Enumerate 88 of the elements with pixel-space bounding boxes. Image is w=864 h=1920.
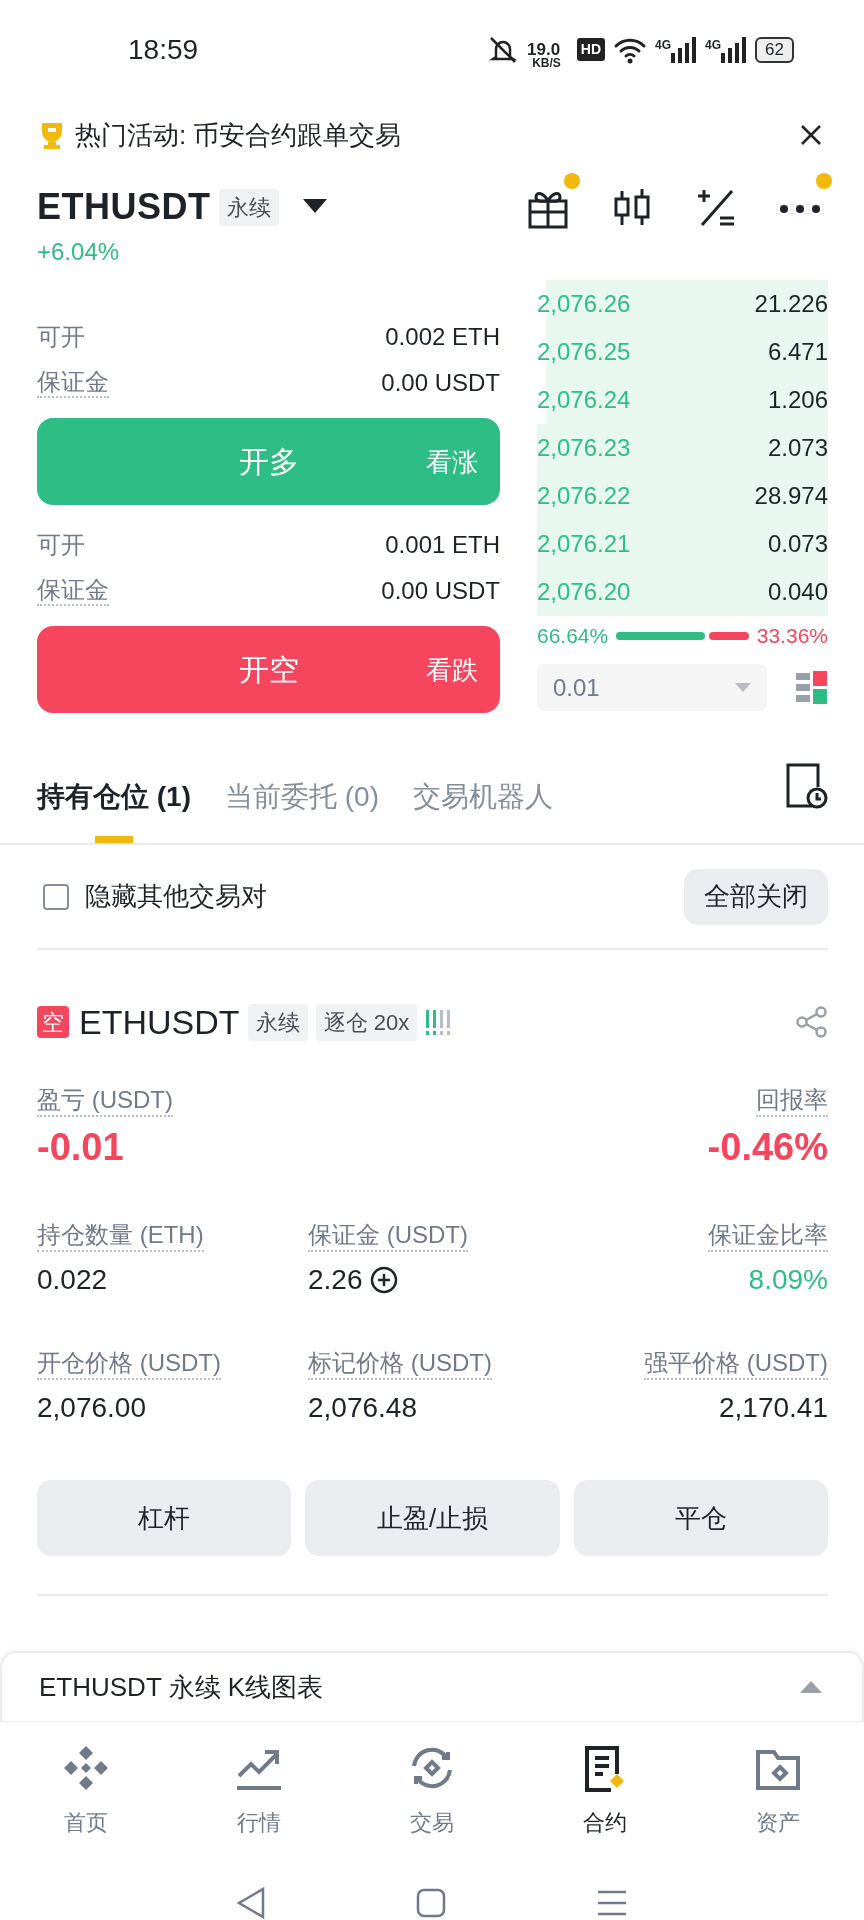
stat-label: 强平价格 (USDT) — [644, 1349, 828, 1380]
book-quantity: 0.073 — [767, 529, 828, 559]
book-price: 2,076.21 — [537, 529, 631, 559]
order-history-icon[interactable] — [784, 761, 828, 810]
speed-unit: KB/S — [532, 57, 561, 69]
open-long-button[interactable]: 开多 看涨 — [37, 418, 500, 505]
position-tab[interactable]: 持有仓位 (1) — [37, 720, 191, 843]
side-badge: 空 — [37, 1006, 69, 1038]
stat-value: 2.26 — [308, 1262, 363, 1297]
book-quantity: 0.040 — [767, 577, 828, 607]
stat-value: 2,076.48 — [308, 1390, 417, 1425]
position-tab[interactable]: 当前委托 (0) — [225, 720, 379, 843]
nav-tab[interactable]: 合约 — [518, 1722, 692, 1858]
nav-tab[interactable]: 交易 — [345, 1722, 519, 1858]
contract-tag: 永续 — [218, 188, 279, 226]
back-icon[interactable] — [236, 1887, 266, 1919]
stat-label: 标记价格 (USDT) — [308, 1349, 492, 1380]
stat-label: 回报率 — [756, 1086, 828, 1117]
book-price: 2,076.26 — [537, 289, 631, 319]
signal-icon — [671, 37, 698, 63]
caret-icon — [735, 682, 751, 693]
position-symbol: ETHUSDT — [79, 1001, 240, 1043]
network-speed: 19.0 — [527, 42, 561, 58]
action-button[interactable]: 止盈/止损 — [305, 1480, 560, 1556]
signal-icon — [721, 37, 748, 63]
home-icon[interactable] — [416, 1888, 446, 1918]
checkbox-label: 隐藏其他交易对 — [85, 880, 267, 913]
banner-text: 热门活动: 币安合约跟单交易 — [75, 118, 402, 152]
book-price: 2,076.24 — [537, 385, 631, 415]
book-quantity: 1.206 — [767, 385, 828, 415]
diamond-logo-icon — [62, 1744, 111, 1792]
book-price: 2,076.20 — [537, 577, 631, 607]
stat-label: 开仓价格 (USDT) — [37, 1349, 221, 1380]
nav-tab[interactable]: 行情 — [172, 1722, 346, 1858]
stat-value: -0.46% — [707, 1124, 828, 1170]
price-change: +6.04% — [37, 237, 121, 267]
position-tag: 逐仓 20x — [315, 1003, 418, 1041]
menu-icon[interactable] — [596, 1889, 628, 1917]
checkbox[interactable] — [43, 883, 69, 910]
book-quantity: 6.471 — [767, 337, 828, 367]
book-quantity: 21.226 — [754, 289, 828, 319]
close-all-button[interactable]: 全部关闭 — [684, 868, 828, 925]
book-price: 2,076.22 — [537, 481, 631, 511]
book-quantity: 2.073 — [767, 433, 828, 463]
close-icon[interactable] — [800, 124, 822, 146]
symbol-title[interactable]: ETHUSDT — [37, 180, 211, 234]
field-value: 0.00 USDT — [381, 576, 500, 606]
buy-ratio: 66.64% — [537, 623, 609, 650]
stat-value: 0.022 — [37, 1262, 108, 1297]
battery-indicator: 62 — [755, 37, 794, 63]
action-button[interactable]: 平仓 — [573, 1480, 828, 1556]
network-type: 4G — [705, 39, 722, 51]
book-quantity: 28.974 — [754, 481, 828, 511]
field-value: 0.002 ETH — [385, 322, 500, 352]
field-label: 保证金 — [37, 576, 109, 606]
stat-label: 盈亏 (USDT) — [37, 1086, 173, 1117]
caret-icon[interactable] — [302, 199, 327, 215]
field-label: 可开 — [37, 322, 85, 352]
stat-value: 2,076.00 — [37, 1390, 146, 1425]
hd-badge: HD — [576, 38, 606, 62]
clock-time: 18:59 — [128, 33, 199, 67]
chart-panel-title: ETHUSDT 永续 K线图表 — [39, 1670, 324, 1704]
stat-label: 持仓数量 (ETH) — [37, 1221, 204, 1252]
book-price: 2,076.23 — [537, 433, 631, 463]
position-tab[interactable]: 交易机器人 — [413, 720, 553, 843]
stat-value: -0.01 — [37, 1124, 124, 1170]
chart-panel-bar[interactable]: ETHUSDT 永续 K线图表 — [0, 1651, 864, 1721]
nav-tab[interactable]: 首页 — [0, 1722, 173, 1858]
network-type: 4G — [655, 39, 672, 51]
field-label: 可开 — [37, 530, 85, 560]
position-tag: 永续 — [247, 1003, 308, 1041]
field-label: 保证金 — [37, 368, 109, 398]
stat-value: 2,170.41 — [719, 1390, 828, 1425]
field-value: 0.001 ETH — [385, 530, 500, 560]
nav-tab[interactable]: 资产 — [691, 1722, 864, 1858]
precision-dropdown[interactable]: 0.01 — [537, 664, 767, 711]
plus-circle-icon[interactable] — [368, 1265, 399, 1295]
wifi-icon — [613, 36, 648, 64]
stat-value: 8.09% — [748, 1262, 828, 1297]
book-price: 2,076.25 — [537, 337, 631, 367]
action-button[interactable]: 杠杆 — [37, 1480, 292, 1556]
sell-ratio: 33.36% — [756, 623, 828, 650]
stat-label: 保证金比率 — [708, 1221, 828, 1252]
open-short-button[interactable]: 开空 看跌 — [37, 626, 500, 713]
book-layout-icon[interactable] — [796, 670, 828, 705]
share-icon[interactable] — [796, 1006, 828, 1038]
stat-label: 保证金 (USDT) — [308, 1221, 468, 1252]
field-value: 0.00 USDT — [381, 368, 500, 398]
